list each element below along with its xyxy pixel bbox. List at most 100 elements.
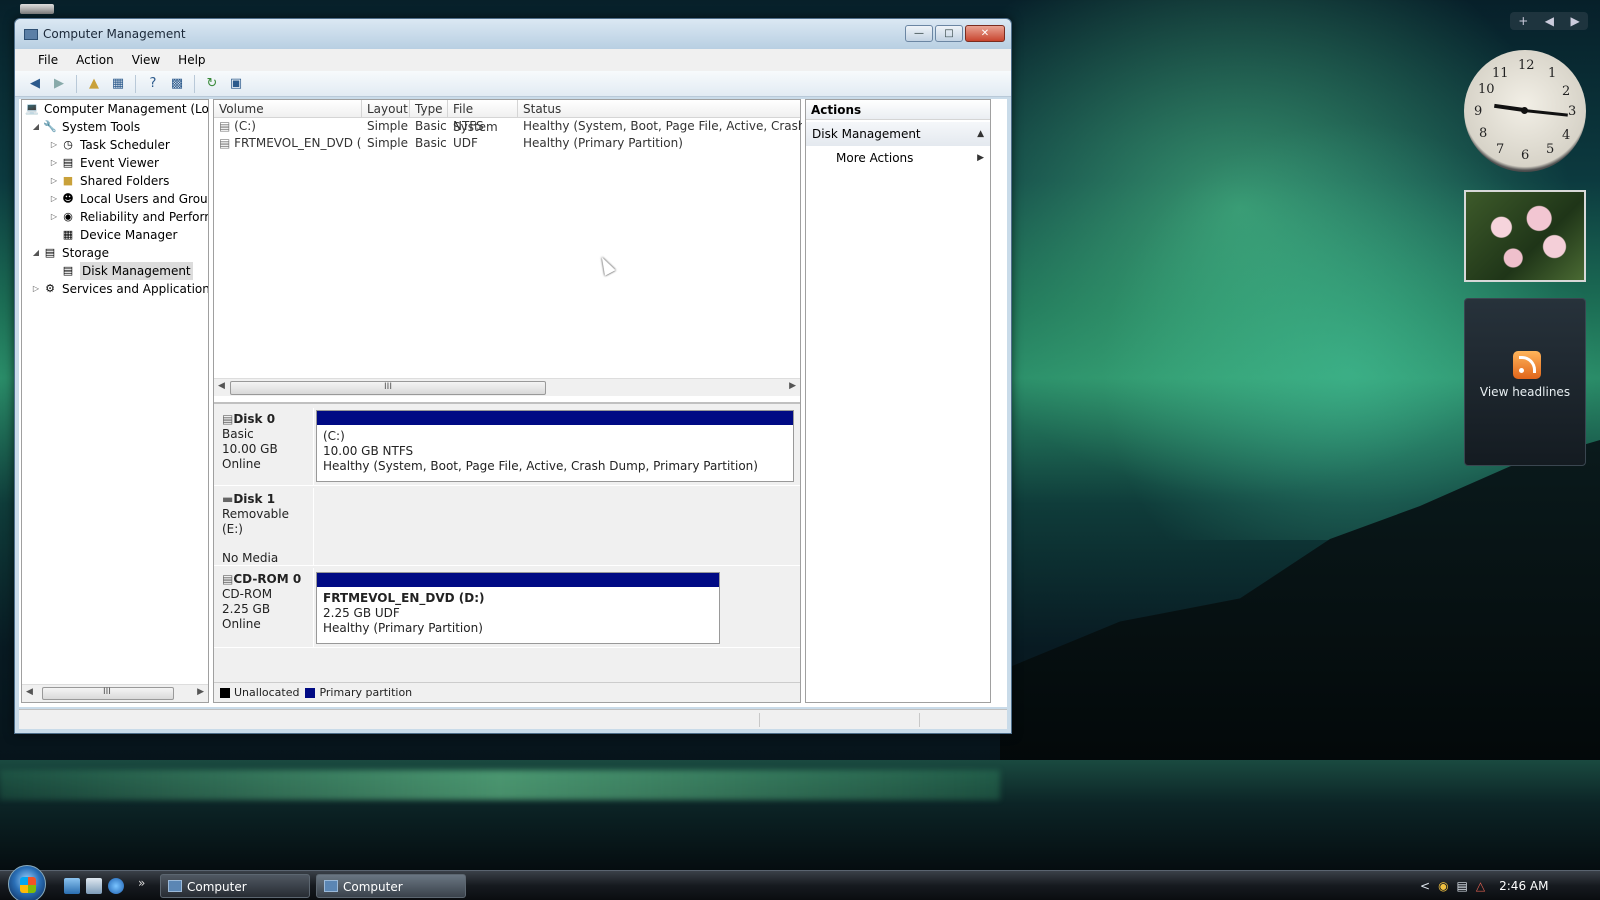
tree-item-computer-management[interactable]: 💻 Computer Management (Local bbox=[24, 100, 209, 118]
col-file-system[interactable]: File System bbox=[448, 100, 518, 134]
close-button[interactable]: ✕ bbox=[965, 25, 1005, 42]
view-headlines-link[interactable]: View headlines bbox=[1465, 385, 1585, 399]
event-viewer-icon: ▤ bbox=[62, 156, 74, 169]
taskbar-computer-management[interactable]: Computer Manage... bbox=[316, 874, 466, 898]
show-hidden-icons-icon[interactable]: < bbox=[1420, 879, 1430, 893]
disk-graphical-view: ▤Disk 0 Basic 10.00 GB Online (C:) 10.00… bbox=[214, 402, 800, 682]
clock-center bbox=[1521, 107, 1528, 114]
internet-explorer-icon[interactable] bbox=[108, 878, 124, 894]
actions-section-disk-management[interactable]: Disk Management ▲ bbox=[806, 122, 990, 146]
tree-label: Computer Management (Local bbox=[44, 102, 209, 116]
legend-label: Primary partition bbox=[319, 686, 413, 699]
menu-action[interactable]: Action bbox=[67, 53, 123, 67]
col-volume[interactable]: Volume bbox=[214, 100, 362, 118]
clock-number: 6 bbox=[1521, 148, 1530, 163]
tree-item-storage[interactable]: ◢ ▤ Storage bbox=[30, 244, 109, 262]
scroll-left-icon[interactable]: ◀ bbox=[218, 381, 225, 391]
taskbar-computer[interactable]: Computer bbox=[160, 874, 310, 898]
maximize-button[interactable]: □ bbox=[935, 25, 963, 42]
partition-d[interactable]: FRTMEVOL_EN_DVD (D:) 2.25 GB UDF Healthy… bbox=[316, 572, 720, 644]
tree-item-system-tools[interactable]: ◢ 🔧 System Tools bbox=[30, 118, 140, 136]
forward-icon[interactable]: ▶ bbox=[49, 74, 69, 94]
submenu-arrow-icon: ▶ bbox=[977, 153, 984, 163]
tree-item-task-scheduler[interactable]: ▷ ◷ Task Scheduler bbox=[48, 136, 170, 154]
scroll-thumb[interactable]: III bbox=[230, 381, 546, 395]
next-gadget-icon[interactable]: ▶ bbox=[1571, 14, 1580, 28]
tree-item-disk-management[interactable]: ▤ Disk Management bbox=[60, 262, 193, 280]
recycle-bin-icon[interactable] bbox=[20, 4, 54, 14]
disk-0-info[interactable]: ▤Disk 0 Basic 10.00 GB Online bbox=[214, 408, 314, 485]
add-gadget-icon[interactable]: + bbox=[1518, 14, 1528, 28]
expand-arrow-icon[interactable]: ▷ bbox=[48, 172, 60, 190]
scroll-right-icon[interactable]: ▶ bbox=[197, 687, 204, 697]
partition-c[interactable]: (C:) 10.00 GB NTFS Healthy (System, Boot… bbox=[316, 410, 794, 482]
scroll-thumb[interactable]: III bbox=[42, 687, 174, 700]
minimize-button[interactable]: — bbox=[905, 25, 933, 42]
prev-gadget-icon[interactable]: ◀ bbox=[1545, 14, 1554, 28]
volume-list-header: Volume Layout Type File System Status bbox=[214, 100, 802, 134]
collapse-up-icon[interactable]: ▲ bbox=[977, 122, 984, 146]
tree-item-reliability[interactable]: ▷ ◉ Reliability and Performa bbox=[48, 208, 208, 226]
feed-headlines-gadget[interactable]: View headlines bbox=[1464, 298, 1586, 466]
tree-item-device-manager[interactable]: ▦ Device Manager bbox=[60, 226, 178, 244]
up-folder-icon[interactable]: ▲ bbox=[84, 74, 104, 94]
scroll-right-icon[interactable]: ▶ bbox=[789, 381, 796, 391]
quicklaunch-overflow-icon[interactable]: » bbox=[138, 876, 145, 890]
clock-number: 7 bbox=[1496, 142, 1505, 157]
primary-partition-bar bbox=[317, 411, 793, 425]
refresh-icon[interactable]: ↻ bbox=[202, 74, 222, 94]
properties-icon[interactable]: ▣ bbox=[226, 74, 246, 94]
expand-arrow-icon[interactable]: ▷ bbox=[48, 190, 60, 208]
show-hide-tree-icon[interactable]: ▦ bbox=[108, 74, 128, 94]
disk-kind: Basic bbox=[222, 427, 254, 441]
partition-status: Healthy (System, Boot, Page File, Active… bbox=[323, 459, 758, 473]
volume-muted-icon[interactable]: △ bbox=[1476, 879, 1485, 893]
show-desktop-icon[interactable] bbox=[64, 878, 80, 894]
tree-item-services[interactable]: ▷ ⚙ Services and Applications bbox=[30, 280, 208, 298]
col-type[interactable]: Type bbox=[410, 100, 448, 118]
partition-text: (C:) 10.00 GB NTFS Healthy (System, Boot… bbox=[323, 429, 758, 474]
disk-1-row[interactable]: ▬Disk 1 Removable (E:) No Media bbox=[214, 488, 800, 566]
type-cell: Basic bbox=[415, 136, 447, 150]
tree-item-shared-folders[interactable]: ▷ ■ Shared Folders bbox=[48, 172, 169, 190]
col-status[interactable]: Status bbox=[518, 100, 802, 118]
expand-arrow-icon[interactable]: ▷ bbox=[48, 208, 60, 226]
expand-arrow-icon[interactable]: ▷ bbox=[48, 154, 60, 172]
taskbar-label: Computer bbox=[187, 880, 247, 894]
disk-1-info[interactable]: ▬Disk 1 Removable (E:) No Media bbox=[214, 488, 314, 565]
help-icon[interactable]: ? bbox=[143, 74, 163, 94]
tree-item-local-users[interactable]: ▷ ☻ Local Users and Groups bbox=[48, 190, 208, 208]
expand-arrow-icon[interactable]: ▷ bbox=[48, 136, 60, 154]
start-button[interactable] bbox=[8, 865, 46, 900]
security-shield-icon[interactable]: ◉ bbox=[1438, 879, 1448, 893]
volume-row[interactable]: ▤ FRTMEVOL_EN_DVD (D:) Simple Basic UDF … bbox=[214, 135, 800, 152]
volume-row[interactable]: ▤ (C:) Simple Basic NTFS Healthy (System… bbox=[214, 118, 802, 135]
cdrom-0-row[interactable]: ▤CD-ROM 0 CD-ROM 2.25 GB Online FRTMEVOL… bbox=[214, 568, 800, 648]
cdrom-0-info[interactable]: ▤CD-ROM 0 CD-ROM 2.25 GB Online bbox=[214, 568, 314, 647]
show-hide-action-pane-icon[interactable]: ▩ bbox=[167, 74, 187, 94]
volume-list-scrollbar[interactable]: ◀ III ▶ bbox=[214, 378, 800, 396]
scroll-left-icon[interactable]: ◀ bbox=[26, 687, 33, 697]
tree-horizontal-scrollbar[interactable]: ◀ III ▶ bbox=[22, 684, 208, 702]
clock-number: 3 bbox=[1568, 104, 1577, 119]
collapse-arrow-icon[interactable]: ◢ bbox=[30, 118, 42, 136]
disk-0-row[interactable]: ▤Disk 0 Basic 10.00 GB Online (C:) 10.00… bbox=[214, 408, 800, 486]
menu-view[interactable]: View bbox=[123, 53, 169, 67]
clock-gadget[interactable]: 12 1 2 3 4 5 6 7 8 9 10 11 bbox=[1464, 50, 1586, 172]
more-actions[interactable]: More Actions ▶ bbox=[806, 146, 990, 170]
collapse-arrow-icon[interactable]: ◢ bbox=[30, 244, 42, 262]
taskbar-clock[interactable]: 2:46 AM bbox=[1499, 879, 1548, 893]
slideshow-gadget[interactable] bbox=[1464, 190, 1586, 282]
menu-help[interactable]: Help bbox=[169, 53, 214, 67]
toolbar-separator bbox=[76, 74, 77, 93]
col-layout[interactable]: Layout bbox=[362, 100, 410, 118]
back-icon[interactable]: ◀ bbox=[25, 74, 45, 94]
menu-file[interactable]: File bbox=[29, 53, 67, 67]
tree-item-event-viewer[interactable]: ▷ ▤ Event Viewer bbox=[48, 154, 159, 172]
network-icon[interactable]: ▤ bbox=[1457, 879, 1468, 893]
clock-number: 11 bbox=[1492, 66, 1509, 81]
window-titlebar[interactable]: Computer Management — □ ✕ bbox=[15, 19, 1011, 49]
switch-windows-icon[interactable] bbox=[86, 878, 102, 894]
status-cell: Healthy (Primary Partition) bbox=[523, 136, 683, 150]
expand-arrow-icon[interactable]: ▷ bbox=[30, 280, 42, 298]
